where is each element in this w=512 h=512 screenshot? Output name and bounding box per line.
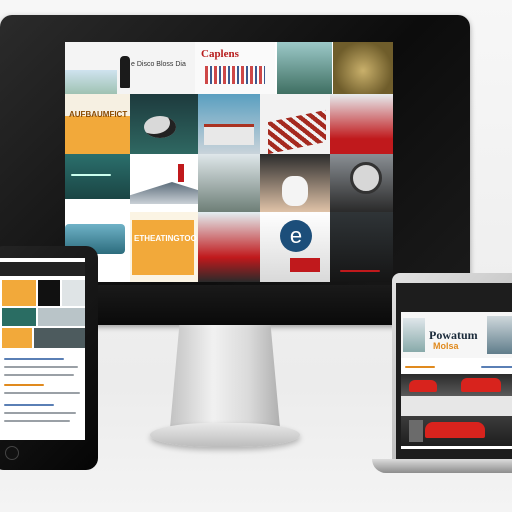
photo-tile-sportscar[interactable] [198, 212, 260, 282]
laptop-grey-band [401, 396, 512, 416]
photo-tile-building[interactable] [198, 94, 260, 154]
text-line [4, 412, 76, 414]
photo-tile-golden[interactable] [333, 42, 393, 94]
desktop-screen: e Disco Bloss Dia Caplens AUFBAUMFICT ET… [65, 42, 393, 282]
tablet-figure-tile[interactable] [38, 280, 60, 306]
brand-mark-icon: e [280, 220, 312, 252]
monitor-stand [169, 325, 281, 430]
photo-tile-teal[interactable] [130, 94, 198, 154]
laptop-side-photo [403, 318, 425, 352]
text-line [4, 358, 64, 360]
photo-tile-red-car[interactable] [330, 94, 393, 154]
device-mockup-scene: { "scene": { "background": "#f2f2f2", "d… [0, 0, 512, 512]
text-line [4, 420, 70, 422]
tablet-screen [0, 258, 85, 440]
header-text: e Disco Bloss Dia [131, 61, 186, 68]
brand-text: Caplens [201, 48, 239, 60]
landscape-thumbnail [65, 70, 117, 94]
text-line [4, 404, 54, 406]
person-silhouette-icon [120, 56, 130, 88]
laptop-photo-strip[interactable] [401, 374, 512, 396]
photo-tile-teal-2[interactable] [65, 154, 130, 199]
monitor-stand-base [150, 423, 300, 447]
laptop-subhead: Molsa [433, 341, 459, 351]
brand-logo: Caplens [195, 42, 275, 94]
tablet-photo-tile[interactable] [62, 280, 85, 306]
tablet-teal-tile[interactable] [2, 308, 36, 326]
photo-tile-structure[interactable] [260, 94, 330, 154]
photo-tile-street[interactable] [198, 154, 260, 212]
text-line [4, 392, 80, 394]
photo-tile-logo[interactable]: e [260, 212, 330, 282]
photo-tile-harbor[interactable] [277, 42, 332, 94]
flag-pattern-graphic [205, 66, 265, 84]
laptop-header: Powatum Molsa [401, 312, 512, 358]
photo-tile-machine[interactable] [330, 154, 393, 212]
text-line [4, 384, 44, 386]
tablet-photo-tile-2[interactable] [34, 328, 85, 348]
tablet-grey-tile[interactable] [38, 308, 85, 326]
tablet-home-button[interactable] [5, 446, 19, 460]
text-line [4, 374, 74, 376]
tablet-header-bar [0, 262, 85, 276]
photo-tile-dark[interactable] [330, 212, 393, 282]
text-line [4, 366, 78, 368]
laptop-corner-photo [487, 316, 512, 354]
desktop-header: e Disco Bloss Dia [65, 42, 195, 94]
promo-caption-2: ETHEATINGTOO [134, 234, 197, 243]
promo-tile-orange-2[interactable]: ETHEATINGTOO [130, 212, 198, 282]
promo-caption: AUFBAUMFICT [69, 110, 128, 119]
promo-tile-orange[interactable]: AUFBAUMFICT [65, 94, 130, 154]
laptop-gallery-strip[interactable] [401, 416, 512, 446]
tablet-orange-tile[interactable] [2, 280, 36, 306]
tablet-orange-tile-2[interactable] [2, 328, 32, 348]
laptop-screen: Powatum Molsa [401, 312, 512, 449]
laptop-link-row [401, 360, 512, 374]
photo-tile-jet[interactable] [130, 154, 198, 212]
photo-tile-person[interactable] [260, 154, 330, 212]
laptop-base [372, 459, 512, 473]
